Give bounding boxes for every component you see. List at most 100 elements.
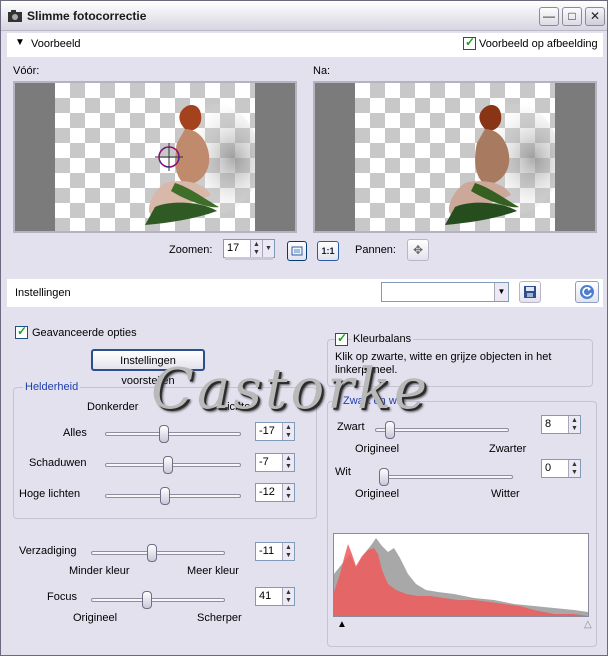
black-white-group-title: Zwart en wit xyxy=(341,395,405,407)
brightness-group-title: Helderheid xyxy=(23,381,81,393)
histogram-black-point-icon[interactable]: ▲ xyxy=(337,619,347,630)
after-label: Na: xyxy=(313,65,331,77)
color-balance-label: Kleurbalans xyxy=(351,333,414,345)
collapse-triangle-icon[interactable]: ▼ xyxy=(15,37,25,48)
brightness-all-input[interactable]: -17 ▲ ▼ xyxy=(255,422,295,441)
before-label: Vóór: xyxy=(13,65,40,77)
preset-dropdown[interactable]: ▼ xyxy=(381,282,509,302)
white-label: Wit xyxy=(335,466,351,478)
after-preview xyxy=(313,81,597,233)
white-stepper[interactable]: ▲ ▼ xyxy=(568,460,580,477)
black-stepper[interactable]: ▲ ▼ xyxy=(568,416,580,433)
preview-on-image-label: Voorbeeld op afbeelding xyxy=(479,38,598,50)
preview-on-image-checkbox[interactable]: ✓ xyxy=(463,35,476,50)
shadows-stepper[interactable]: ▲ ▼ xyxy=(282,454,294,471)
saturation-stepper[interactable]: ▲ ▼ xyxy=(282,543,294,560)
zoom-value: 17 xyxy=(227,242,240,254)
saturation-label: Verzadiging xyxy=(19,545,77,557)
zoom-fit-button[interactable] xyxy=(287,241,307,261)
pan-button[interactable]: ✥ xyxy=(407,239,429,261)
brightness-all-slider-thumb[interactable] xyxy=(159,425,170,443)
color-balance-checkbox[interactable]: ✓ xyxy=(335,331,348,346)
black-input[interactable]: 8 ▲ ▼ xyxy=(541,415,581,434)
suggest-settings-label: Instellingen voorstellen xyxy=(120,355,176,387)
white-slider-track[interactable] xyxy=(379,475,513,479)
lighter-label: Lichter xyxy=(221,401,255,413)
zoom-input[interactable]: 17 ▲ ▼ ▼ xyxy=(223,239,275,258)
brightness-all-value: -17 xyxy=(259,425,275,437)
black-value: 8 xyxy=(545,418,552,430)
zoom-stepper[interactable]: ▲ ▼ xyxy=(250,240,262,257)
highlights-stepper[interactable]: ▲ ▼ xyxy=(282,484,294,501)
focus-slider-track[interactable] xyxy=(91,598,225,602)
focus-value: 41 xyxy=(259,590,272,602)
pan-move-icon: ✥ xyxy=(412,243,424,257)
shadows-input[interactable]: -7 ▲ ▼ xyxy=(255,453,295,472)
chevron-down-icon[interactable]: ▼ xyxy=(494,283,508,301)
black-label: Zwart xyxy=(337,421,365,433)
zoom-label: Zoomen: xyxy=(169,244,213,256)
before-preview[interactable] xyxy=(13,81,297,233)
white-slider-thumb[interactable] xyxy=(379,468,389,486)
black-slider-thumb[interactable] xyxy=(384,421,395,439)
focus-input[interactable]: 41 ▲ ▼ xyxy=(255,587,295,606)
before-image-figure xyxy=(145,104,255,225)
highlights-input[interactable]: -12 ▲ ▼ xyxy=(255,483,295,502)
black-min-label: Origineel xyxy=(355,443,400,455)
fit-window-icon xyxy=(291,246,303,256)
window-title: Slimme fotocorrectie xyxy=(27,9,147,23)
advanced-options-checkbox[interactable]: ✓ xyxy=(15,324,28,339)
minimize-button[interactable]: — xyxy=(539,7,559,26)
focus-label: Focus xyxy=(47,591,77,603)
save-preset-button[interactable] xyxy=(519,281,541,303)
white-input[interactable]: 0 ▲ ▼ xyxy=(541,459,581,478)
shadows-slider-thumb[interactable] xyxy=(162,456,173,474)
save-disk-icon xyxy=(524,286,536,298)
preview-section-header: ▼ Voorbeeld ✓ Voorbeeld op afbeelding xyxy=(7,33,603,57)
highlights-label: Hoge lichten xyxy=(19,488,81,500)
app-icon xyxy=(8,10,22,22)
brightness-all-label: Alles xyxy=(63,427,87,439)
highlights-slider-thumb[interactable] xyxy=(160,487,171,505)
saturation-slider-thumb[interactable] xyxy=(146,544,157,562)
black-max-label: Zwarter xyxy=(489,443,527,455)
close-icon: ✕ xyxy=(589,9,601,23)
check-icon: ✓ xyxy=(337,331,348,345)
histogram xyxy=(333,533,589,617)
shadows-slider-track[interactable] xyxy=(105,463,241,467)
zoom-100-button[interactable]: 1:1 xyxy=(317,241,339,261)
zoom-slider-track[interactable] xyxy=(225,257,273,260)
white-value: 0 xyxy=(545,462,552,474)
advanced-options-label: Geavanceerde opties xyxy=(32,327,137,339)
darker-label: Donkerder xyxy=(87,401,139,413)
saturation-input[interactable]: -11 ▲ ▼ xyxy=(255,542,295,561)
focus-stepper[interactable]: ▲ ▼ xyxy=(282,588,294,605)
reset-button[interactable] xyxy=(575,281,599,303)
focus-min-label: Origineel xyxy=(73,612,118,624)
highlights-slider-track[interactable] xyxy=(105,494,241,498)
actual-size-icon: 1:1 xyxy=(321,246,335,256)
white-min-label: Origineel xyxy=(355,488,400,500)
histogram-white-point-icon[interactable]: △ xyxy=(584,619,592,630)
saturation-max-label: Meer kleur xyxy=(187,565,239,577)
focus-max-label: Scherper xyxy=(197,612,242,624)
minimize-icon: — xyxy=(543,9,555,23)
pan-label: Pannen: xyxy=(355,244,396,256)
preview-section-label[interactable]: Voorbeeld xyxy=(31,38,81,50)
brightness-all-slider-track[interactable] xyxy=(105,432,241,436)
suggest-settings-button[interactable]: Instellingen voorstellen xyxy=(91,349,205,387)
saturation-slider-track[interactable] xyxy=(91,551,225,555)
title-bar[interactable]: Slimme fotocorrectie — □ ✕ xyxy=(1,1,607,31)
brightness-all-stepper[interactable]: ▲ ▼ xyxy=(282,423,294,440)
black-slider-track[interactable] xyxy=(375,428,509,432)
zoom-dropdown[interactable]: ▼ xyxy=(262,240,274,257)
white-max-label: Witter xyxy=(491,488,520,500)
saturation-min-label: Minder kleur xyxy=(69,565,130,577)
check-icon: ✓ xyxy=(17,324,28,338)
color-balance-hint: Klik op zwarte, witte en grijze objecten… xyxy=(335,351,552,376)
close-button[interactable]: ✕ xyxy=(585,7,605,26)
color-target-icon[interactable] xyxy=(153,141,185,173)
maximize-button[interactable]: □ xyxy=(562,7,582,26)
check-icon: ✓ xyxy=(465,35,476,49)
focus-slider-thumb[interactable] xyxy=(141,591,152,609)
